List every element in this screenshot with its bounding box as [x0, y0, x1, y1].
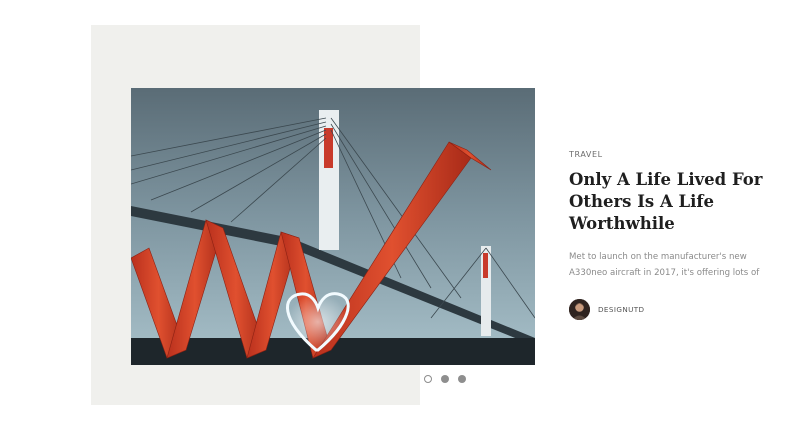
slider-pagination — [424, 375, 466, 383]
post-title[interactable]: Only A Life Lived For Others Is A Life W… — [569, 169, 779, 235]
post-excerpt: Met to launch on the manufacturer's new … — [569, 252, 760, 278]
post-author[interactable]: DESIGNUTD — [569, 299, 779, 320]
slider-dot-2[interactable] — [441, 375, 449, 383]
bridge-container-sculpture-photo — [131, 88, 535, 365]
author-name[interactable]: DESIGNUTD — [598, 305, 645, 314]
person-avatar-icon — [569, 299, 590, 320]
post-meta: TRAVEL Only A Life Lived For Others Is A… — [569, 150, 779, 320]
slider-dot-1[interactable] — [424, 375, 432, 383]
post-category[interactable]: TRAVEL — [569, 150, 779, 159]
slider-dot-3[interactable] — [458, 375, 466, 383]
featured-image[interactable] — [131, 88, 535, 365]
author-avatar[interactable] — [569, 299, 590, 320]
